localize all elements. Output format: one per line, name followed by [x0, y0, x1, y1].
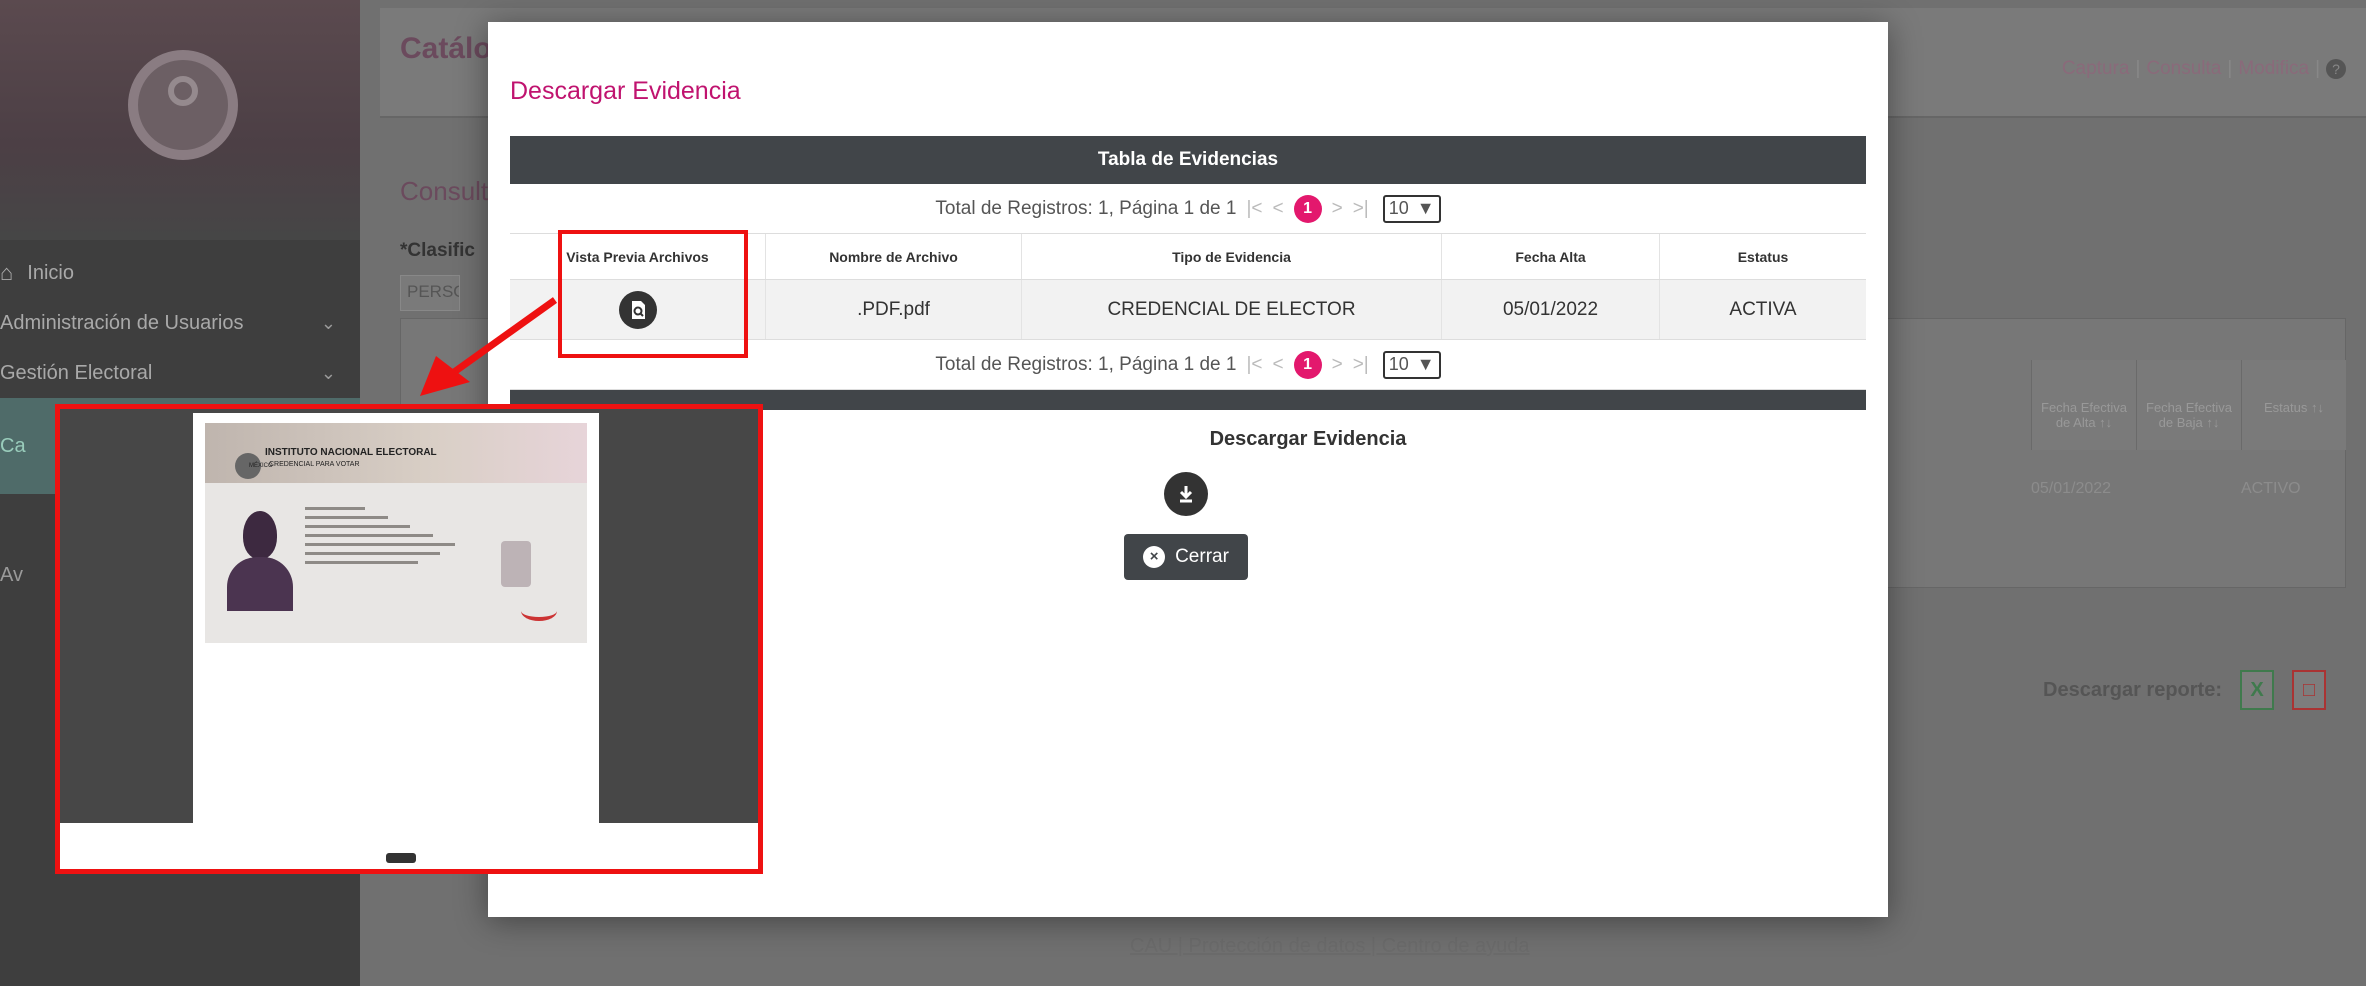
column-header[interactable]: Estatus ↑↓	[2241, 360, 2346, 450]
prev-page-button[interactable]: <	[1272, 354, 1283, 376]
card-mini-photo	[501, 541, 531, 587]
link-separator: |	[2227, 58, 2233, 79]
download-icon	[1179, 486, 1193, 503]
section-title: Consult	[400, 176, 489, 206]
modifica-link[interactable]: Modifica	[2238, 58, 2309, 80]
close-button-label: Cerrar	[1175, 546, 1229, 567]
pagination-summary: Total de Registros: 1, Página 1 de 1	[935, 197, 1237, 219]
home-icon: ⌂	[0, 260, 14, 285]
sidebar-item-label: Gestión Electoral	[0, 362, 153, 384]
chevron-down-icon: ⌄	[320, 363, 336, 383]
header-links: Captura | Consulta | Modifica | ?	[2062, 58, 2346, 80]
sidebar-item-label: Ca	[0, 435, 26, 457]
table-cell	[2136, 480, 2241, 498]
column-header: Estatus	[1737, 248, 1789, 265]
pagination-summary: Total de Registros: 1, Página 1 de 1	[935, 353, 1237, 375]
captura-link[interactable]: Captura	[2062, 58, 2130, 80]
results-table-header: Fecha Efectiva de Alta ↑↓ Fecha Efectiva…	[2031, 360, 2346, 450]
pdf-icon[interactable]: □	[2292, 670, 2326, 710]
excel-icon[interactable]: X	[2240, 670, 2274, 710]
preview-toolbar	[60, 823, 758, 869]
link-separator: |	[2135, 58, 2141, 79]
highlight-box	[558, 230, 748, 358]
column-header: Tipo de Evidencia	[1022, 234, 1442, 279]
table-title: Tabla de Evidencias	[510, 136, 1866, 184]
next-page-button[interactable]: >	[1332, 354, 1343, 376]
card-title: INSTITUTO NACIONAL ELECTORAL	[265, 447, 437, 458]
card-subtitle: CREDENCIAL PARA VOTAR	[269, 461, 360, 468]
report-download: Descargar reporte: X □	[2043, 670, 2326, 710]
first-page-button[interactable]: |<	[1246, 198, 1262, 220]
sidebar-item-label: Inicio	[27, 262, 74, 284]
table-cell: .PDF.pdf	[766, 280, 1022, 339]
close-icon: ×	[1143, 546, 1166, 568]
sidebar-item-label: Administración de Usuarios	[0, 312, 244, 334]
table-cell: ACTIVA	[1729, 298, 1797, 320]
chevron-down-icon: ▼	[1416, 354, 1435, 374]
last-page-button[interactable]: >|	[1353, 354, 1369, 376]
sidebar-item-gestion-electoral[interactable]: Gestión Electoral ⌄	[0, 348, 360, 398]
sidebar-header	[0, 0, 360, 240]
sidebar-item-administracion[interactable]: Administración de Usuarios ⌄	[0, 298, 360, 348]
first-page-button[interactable]: |<	[1246, 354, 1262, 376]
footer-links[interactable]: CAU | Protección de datos | Centro de ay…	[1130, 935, 1530, 958]
prev-page-button[interactable]: <	[1272, 198, 1283, 220]
last-page-button[interactable]: >|	[1353, 198, 1369, 220]
column-header[interactable]: Fecha Efectiva de Alta ↑↓	[2031, 360, 2136, 450]
column-header: Fecha Alta	[1442, 234, 1660, 279]
preview-page: MÉXICO INSTITUTO NACIONAL ELECTORAL CRED…	[193, 413, 599, 823]
help-icon[interactable]: ?	[2326, 59, 2346, 79]
page-size-select[interactable]: 10 ▼	[1382, 194, 1441, 223]
document-preview: MÉXICO INSTITUTO NACIONAL ELECTORAL CRED…	[55, 404, 763, 874]
page-size-select[interactable]: 10 ▼	[1382, 350, 1441, 379]
table-cell: ACTIVO	[2241, 480, 2301, 497]
table-row: 05/01/2022 ACTIVO	[2031, 480, 2346, 498]
column-header: Nombre de Archivo	[766, 234, 1022, 279]
report-label: Descargar reporte:	[2043, 678, 2222, 701]
next-page-button[interactable]: >	[1332, 198, 1343, 220]
modal-title: Descargar Evidencia	[510, 77, 741, 105]
chevron-down-icon: ▼	[1416, 198, 1435, 218]
download-button[interactable]	[1164, 472, 1208, 516]
table-cell: 05/01/2022	[1442, 280, 1660, 339]
preview-control[interactable]	[386, 853, 416, 863]
pagination-top: Total de Registros: 1, Página 1 de 1 |< …	[510, 184, 1866, 234]
page-1-button[interactable]: 1	[1293, 350, 1322, 379]
card-signature	[521, 601, 557, 621]
app-logo	[128, 50, 238, 160]
table-cell: CREDENCIAL DE ELECTOR	[1022, 280, 1442, 339]
card-photo	[225, 511, 295, 611]
table-cell: 05/01/2022	[2031, 480, 2112, 497]
link-separator: |	[2315, 58, 2320, 79]
page-1-button[interactable]: 1	[1293, 194, 1322, 223]
column-header[interactable]: Fecha Efectiva de Baja ↑↓	[2136, 360, 2241, 450]
card-text-lines	[305, 507, 455, 570]
chevron-down-icon: ⌄	[320, 313, 336, 333]
field-label: *Clasific	[400, 240, 475, 261]
clasificacion-select[interactable]: PERSON	[400, 275, 460, 311]
sidebar-item-inicio[interactable]: ⌂ Inicio	[0, 248, 360, 298]
consulta-link[interactable]: Consulta	[2146, 58, 2221, 80]
close-button[interactable]: × Cerrar	[1124, 534, 1248, 580]
voter-id-card-image: MÉXICO INSTITUTO NACIONAL ELECTORAL CRED…	[205, 423, 587, 643]
